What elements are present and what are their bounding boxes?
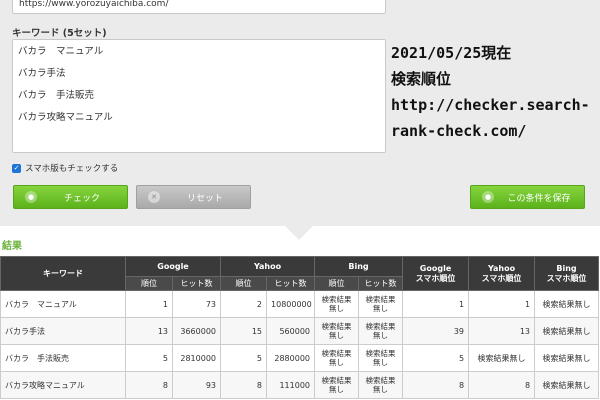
table-row: バカラ 手法販売 5 2810000 5 2880000 検索結果無し 検索結果… [0,344,600,372]
cell-google-hits: 2810000 [171,344,222,372]
header-bing: Bing [314,256,404,277]
cell-bing-hits: 検索結果無し [358,371,404,399]
cell-bing-rank: 検索結果無し [314,344,360,372]
circle-icon: ● [482,191,494,203]
cell-google-sp: 39 [402,317,470,345]
cell-bing-sp: 検索結果無し [534,317,600,345]
close-icon: ✕ [148,191,160,203]
keyword-line: バカラ手法 [18,68,66,79]
header-rank: 順位 [220,276,268,291]
overlay-url-part1: http://checker.search- [391,96,590,114]
header-google: Google [124,256,222,277]
cell-yahoo-rank: 5 [220,344,268,372]
cell-google-hits: 73 [171,290,222,318]
search-form-panel: https://www.yorozuyaichiba.com/ キーワード (5… [0,0,600,226]
header-google-sp: Google スマホ順位 [402,256,470,291]
cell-google-sp: 5 [402,344,470,372]
cell-google-hits: 3660000 [171,317,222,345]
circle-icon: ● [25,191,37,203]
keyword-line: バカラ マニュアル [18,46,104,57]
smartphone-check-label: スマホ版もチェックする [25,164,119,174]
cell-yahoo-hits: 10800000 [266,290,316,318]
cell-yahoo-sp: 検索結果無し [468,344,536,372]
save-button-label: この条件を保存 [507,193,571,204]
header-keyword: キーワード [0,256,126,291]
checkbox-checked-icon[interactable]: ✓ [12,163,21,173]
cell-bing-sp: 検索結果無し [534,344,600,372]
overlay-annotation: 2021/05/25現在 検索順位 http://checker.search-… [391,40,590,144]
cell-google-rank: 1 [125,290,173,318]
header-bing-sp: Bing スマホ順位 [534,256,600,291]
cell-bing-rank: 検索結果無し [314,317,360,345]
cell-bing-sp: 検索結果無し [534,371,600,399]
cell-google-rank: 8 [125,371,173,399]
cell-google-hits: 93 [171,371,222,399]
cell-yahoo-hits: 111000 [266,371,316,399]
overlay-date: 2021/05/25現在 [391,44,512,62]
keyword-line: バカラ攻略マニュアル [18,112,113,123]
save-button[interactable]: ● この条件を保存 [470,185,585,209]
table-row: バカラ攻略マニュアル 8 93 8 111000 検索結果無し 検索結果無し 8… [0,371,600,399]
results-table: キーワード Google Yahoo Bing Google スマホ順位 Yah… [0,256,600,399]
reset-button[interactable]: ✕ リセット [136,185,251,209]
results-title: 結果 [2,241,22,252]
overlay-subtitle: 検索順位 [391,70,452,88]
cell-yahoo-hits: 560000 [266,317,316,345]
cell-keyword: バカラ攻略マニュアル [0,371,126,399]
cell-bing-rank: 検索結果無し [314,290,360,318]
header-hits: ヒット数 [266,276,316,291]
cell-yahoo-rank: 8 [220,371,268,399]
cell-bing-hits: 検索結果無し [358,344,404,372]
cell-keyword: バカラ手法 [0,317,126,345]
panel-pointer [285,226,313,240]
smartphone-check-row[interactable]: ✓ スマホ版もチェックする [12,162,118,174]
header-yahoo: Yahoo [220,256,316,277]
cell-bing-hits: 検索結果無し [358,317,404,345]
table-row: バカラ手法 13 3660000 15 560000 検索結果無し 検索結果無し… [0,317,600,345]
header-rank: 順位 [125,276,173,291]
header-hits: ヒット数 [358,276,404,291]
header-rank: 順位 [314,276,360,291]
cell-google-rank: 13 [125,317,173,345]
header-hits: ヒット数 [171,276,222,291]
overlay-url-part2: rank-check.com/ [391,122,527,140]
keyword-line: バカラ 手法販売 [18,90,95,101]
cell-google-sp: 1 [402,290,470,318]
cell-keyword: バカラ マニュアル [0,290,126,318]
cell-yahoo-sp: 13 [468,317,536,345]
cell-yahoo-hits: 2880000 [266,344,316,372]
cell-google-sp: 8 [402,371,470,399]
keywords-textarea[interactable]: バカラ マニュアル バカラ手法 バカラ 手法販売 バカラ攻略マニュアル [12,39,386,153]
cell-yahoo-sp: 1 [468,290,536,318]
cell-yahoo-rank: 2 [220,290,268,318]
check-button-label: チェック [63,193,100,204]
cell-bing-hits: 検索結果無し [358,290,404,318]
check-button[interactable]: ● チェック [13,185,128,209]
cell-google-rank: 5 [125,344,173,372]
cell-bing-rank: 検索結果無し [314,371,360,399]
cell-yahoo-sp: 8 [468,371,536,399]
url-input[interactable]: https://www.yorozuyaichiba.com/ [12,0,386,14]
reset-button-label: リセット [186,193,223,204]
cell-bing-sp: 検索結果無し [534,290,600,318]
cell-keyword: バカラ 手法販売 [0,344,126,372]
table-row: バカラ マニュアル 1 73 2 10800000 検索結果無し 検索結果無し … [0,290,600,318]
keywords-label: キーワード (5セット) [12,28,107,39]
cell-yahoo-rank: 15 [220,317,268,345]
header-yahoo-sp: Yahoo スマホ順位 [468,256,536,291]
